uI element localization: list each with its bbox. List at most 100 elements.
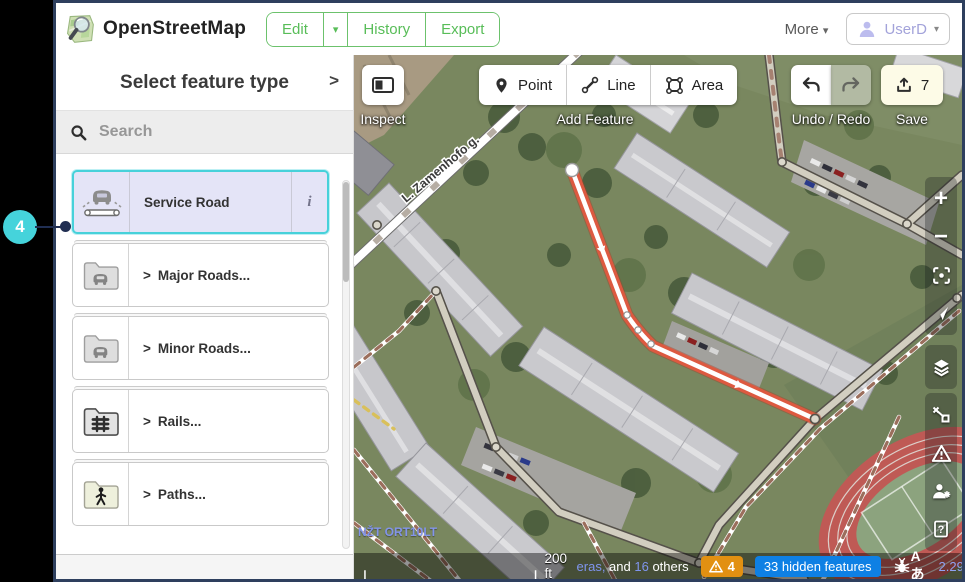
redo-button[interactable] (831, 65, 871, 105)
map-data-controls: ? (925, 393, 957, 551)
export-button[interactable]: Export (425, 13, 499, 46)
add-line-button[interactable]: Line (566, 65, 649, 105)
zoom-out-button[interactable]: − (926, 218, 956, 256)
sidebar-footer (56, 554, 353, 579)
inspect-icon (371, 75, 395, 95)
app-window: OpenStreetMap Edit ▾ History Export More… (53, 0, 965, 582)
page-title: Select feature type (120, 72, 289, 94)
bug-icon (893, 557, 911, 575)
sidebar-header: Select feature type > (56, 55, 353, 110)
service-road-icon (80, 184, 124, 220)
add-feature-label: Add Feature (479, 111, 711, 127)
way-start-node (566, 164, 579, 177)
disclosure-chevron-icon: > (143, 341, 151, 356)
way-end-node (810, 414, 819, 423)
map-data-icon (931, 405, 951, 425)
preset-info-button[interactable]: i (291, 172, 327, 232)
status-bar: 200 ft eras, and 16 others 4 33 hidden f… (354, 553, 962, 579)
minus-icon: − (934, 225, 948, 249)
help-button[interactable]: ? (926, 510, 956, 548)
undo-redo-label: Undo / Redo (771, 111, 891, 127)
layers-icon (931, 357, 952, 378)
hidden-features-button[interactable]: 33 hidden features (755, 556, 881, 577)
disclosure-chevron-icon: > (143, 414, 151, 429)
history-button[interactable]: History (347, 13, 425, 46)
sidebar-scrollbar[interactable] (342, 180, 350, 549)
rails-folder-icon (81, 405, 121, 438)
save-count-badge: 7 (921, 77, 929, 94)
scale-bar: 200 ft (364, 551, 577, 579)
issues-count-badge[interactable]: 4 (701, 556, 743, 577)
scrollbar-thumb[interactable] (343, 182, 349, 282)
edit-button-group: Edit ▾ History Export (266, 12, 500, 47)
attribution-count-link[interactable]: 16 (634, 559, 648, 574)
layers-button[interactable] (926, 348, 956, 386)
inspect-button[interactable] (362, 65, 404, 105)
top-navbar: OpenStreetMap Edit ▾ History Export More… (56, 3, 962, 55)
point-icon (493, 76, 510, 95)
preset-label: Service Road (144, 195, 230, 210)
edit-button[interactable]: Edit (267, 13, 323, 46)
more-caret-icon: ▾ (823, 25, 829, 37)
more-menu[interactable]: More ▾ (785, 21, 829, 38)
map-data-button[interactable] (926, 396, 956, 434)
category-minor-roads[interactable]: > Minor Roads... (72, 316, 329, 380)
annotation-connector-dot (60, 221, 71, 232)
edit-dropdown-caret-icon[interactable]: ▾ (323, 13, 348, 46)
add-area-button[interactable]: Area (650, 65, 738, 105)
collapse-sidebar-icon[interactable]: > (329, 71, 339, 91)
attribution-link[interactable]: eras, (577, 559, 606, 574)
category-label: Paths... (158, 487, 206, 502)
search-input[interactable] (97, 122, 317, 142)
category-rails[interactable]: > Rails... (72, 389, 329, 453)
preferences-button[interactable] (926, 472, 956, 510)
minor-roads-folder-icon (81, 332, 121, 365)
save-upload-icon (895, 76, 913, 94)
line-icon (581, 76, 599, 94)
version-link[interactable]: 2.29.0 (939, 559, 962, 574)
geolocate-button[interactable] (926, 294, 956, 332)
save-label: Save (881, 111, 943, 127)
locale-button[interactable]: Aあ (911, 548, 925, 579)
map-toolbar: Point Line Area (354, 55, 962, 129)
map-canvas[interactable]: L. Zamenhofo g. Point (354, 55, 962, 579)
redo-icon (841, 76, 861, 94)
annotation-badge: 4 (3, 210, 37, 244)
report-bug-button[interactable] (893, 554, 911, 578)
preset-service-road[interactable]: Service Road i (72, 170, 329, 234)
disclosure-chevron-icon: > (143, 487, 151, 502)
attribution-text: eras, and 16 others (577, 559, 689, 574)
preset-list: Service Road i >Major Roads... (56, 154, 353, 526)
category-major-roads[interactable]: >Major Roads... (72, 243, 329, 307)
navigation-arrow-icon (932, 304, 951, 323)
zoom-in-button[interactable]: + (926, 180, 956, 218)
inspect-label: Inspect (354, 111, 418, 127)
frame-icon (931, 265, 952, 286)
help-icon: ? (931, 519, 951, 539)
category-label: Major Roads... (158, 268, 250, 283)
search-bar[interactable] (56, 110, 353, 154)
major-roads-folder-icon (81, 259, 121, 292)
add-point-button[interactable]: Point (479, 65, 566, 105)
brand-name: OpenStreetMap (103, 18, 246, 40)
undo-button[interactable] (791, 65, 831, 105)
category-label: Minor Roads... (158, 341, 251, 356)
user-settings-icon (931, 481, 952, 502)
osm-logo-icon (64, 13, 96, 45)
imagery-attribution: NŽT ORT10LT (358, 525, 437, 539)
category-label: Rails... (158, 414, 202, 429)
category-paths[interactable]: > Paths... (72, 462, 329, 526)
scale-label: 200 ft (545, 551, 577, 579)
svg-text:?: ? (938, 524, 945, 536)
user-avatar-icon (857, 19, 877, 39)
brand: OpenStreetMap (64, 13, 246, 45)
zoom-controls: + − (925, 177, 957, 335)
save-button[interactable]: 7 (881, 65, 943, 105)
undo-icon (801, 76, 821, 94)
map-scene: L. Zamenhofo g. (354, 55, 962, 579)
zoom-to-selection-button[interactable] (926, 256, 956, 294)
area-icon (665, 76, 684, 95)
issues-button[interactable] (926, 434, 956, 472)
paths-folder-icon (81, 478, 121, 511)
user-menu[interactable]: UserD ▾ (846, 13, 950, 45)
